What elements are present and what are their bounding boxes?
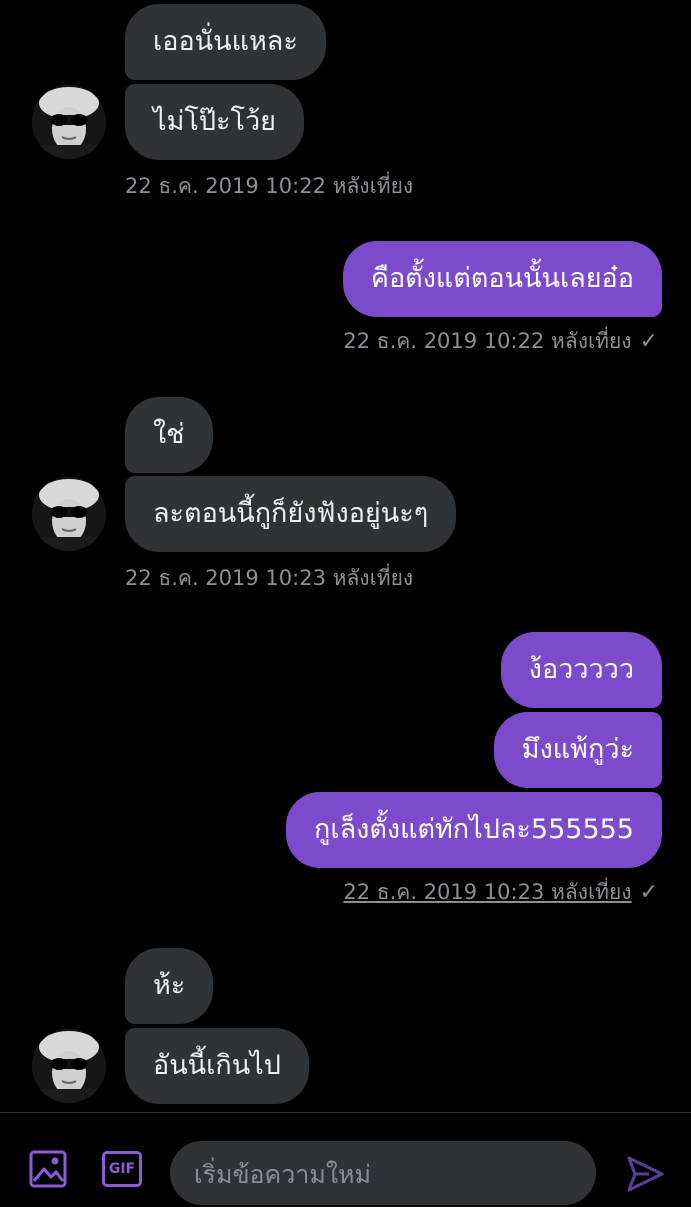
incoming-message-bubble[interactable]: ใช่	[125, 397, 213, 473]
message-timestamp: 22 ธ.ค. 2019 10:22 หลังเที่ยง ✓	[343, 325, 658, 358]
avatar-image	[32, 477, 106, 551]
contact-avatar[interactable]	[32, 85, 106, 159]
message-timestamp[interactable]: 22 ธ.ค. 2019 10:23 หลังเที่ยง ✓	[343, 876, 658, 909]
incoming-message-bubble[interactable]: เออนั่นแหละ	[125, 4, 326, 80]
contact-avatar[interactable]	[32, 1029, 106, 1103]
add-gif-button[interactable]: GIF	[102, 1151, 142, 1187]
outgoing-message-bubble[interactable]: คือตั้งแต่ตอนนั้นเลยอ๋อ	[342, 241, 662, 317]
timestamp-text: 22 ธ.ค. 2019 10:23 หลังเที่ยง	[125, 566, 414, 590]
image-icon	[29, 1150, 67, 1188]
message-input-container[interactable]	[170, 1141, 596, 1207]
avatar-image	[32, 85, 106, 159]
read-check-icon: ✓	[639, 880, 658, 905]
send-icon	[627, 1156, 664, 1192]
avatar-image	[32, 1029, 106, 1103]
add-media-button[interactable]	[28, 1149, 68, 1189]
outgoing-message-bubble[interactable]: กูเล็งตั้งแต่ทักไปละ555555	[286, 792, 662, 868]
message-input[interactable]	[192, 1141, 586, 1207]
incoming-message-bubble[interactable]: ไม่โป๊ะโว้ย	[125, 84, 305, 160]
incoming-message-bubble[interactable]: ละตอนนี้กูก็ยังฟังอยู่นะๆ	[125, 476, 457, 552]
read-check-icon: ✓	[639, 329, 658, 354]
timestamp-text: 22 ธ.ค. 2019 10:22 หลังเที่ยง	[343, 329, 632, 353]
message-composer: GIF	[0, 1113, 691, 1207]
outgoing-message-bubble[interactable]: ง้อววววว	[500, 632, 662, 708]
incoming-message-bubble[interactable]: ห้ะ	[125, 948, 214, 1024]
contact-avatar[interactable]	[32, 477, 106, 551]
send-button[interactable]	[624, 1153, 666, 1195]
gif-icon: GIF	[102, 1151, 142, 1187]
timestamp-text: 22 ธ.ค. 2019 10:22 หลังเที่ยง	[125, 174, 414, 198]
timestamp-text: 22 ธ.ค. 2019 10:23 หลังเที่ยง	[343, 880, 632, 904]
outgoing-message-bubble[interactable]: มึงแพ้กูว่ะ	[493, 712, 662, 788]
incoming-message-bubble[interactable]: อันนี้เกินไป	[125, 1028, 309, 1104]
message-timestamp: 22 ธ.ค. 2019 10:23 หลังเที่ยง	[125, 562, 413, 595]
message-feed[interactable]: เออนั่นแหละ ไม่โป๊ะโว้ย 22 ธ.ค. 2019 10:…	[0, 0, 691, 1112]
message-timestamp: 22 ธ.ค. 2019 10:22 หลังเที่ยง	[125, 170, 413, 203]
